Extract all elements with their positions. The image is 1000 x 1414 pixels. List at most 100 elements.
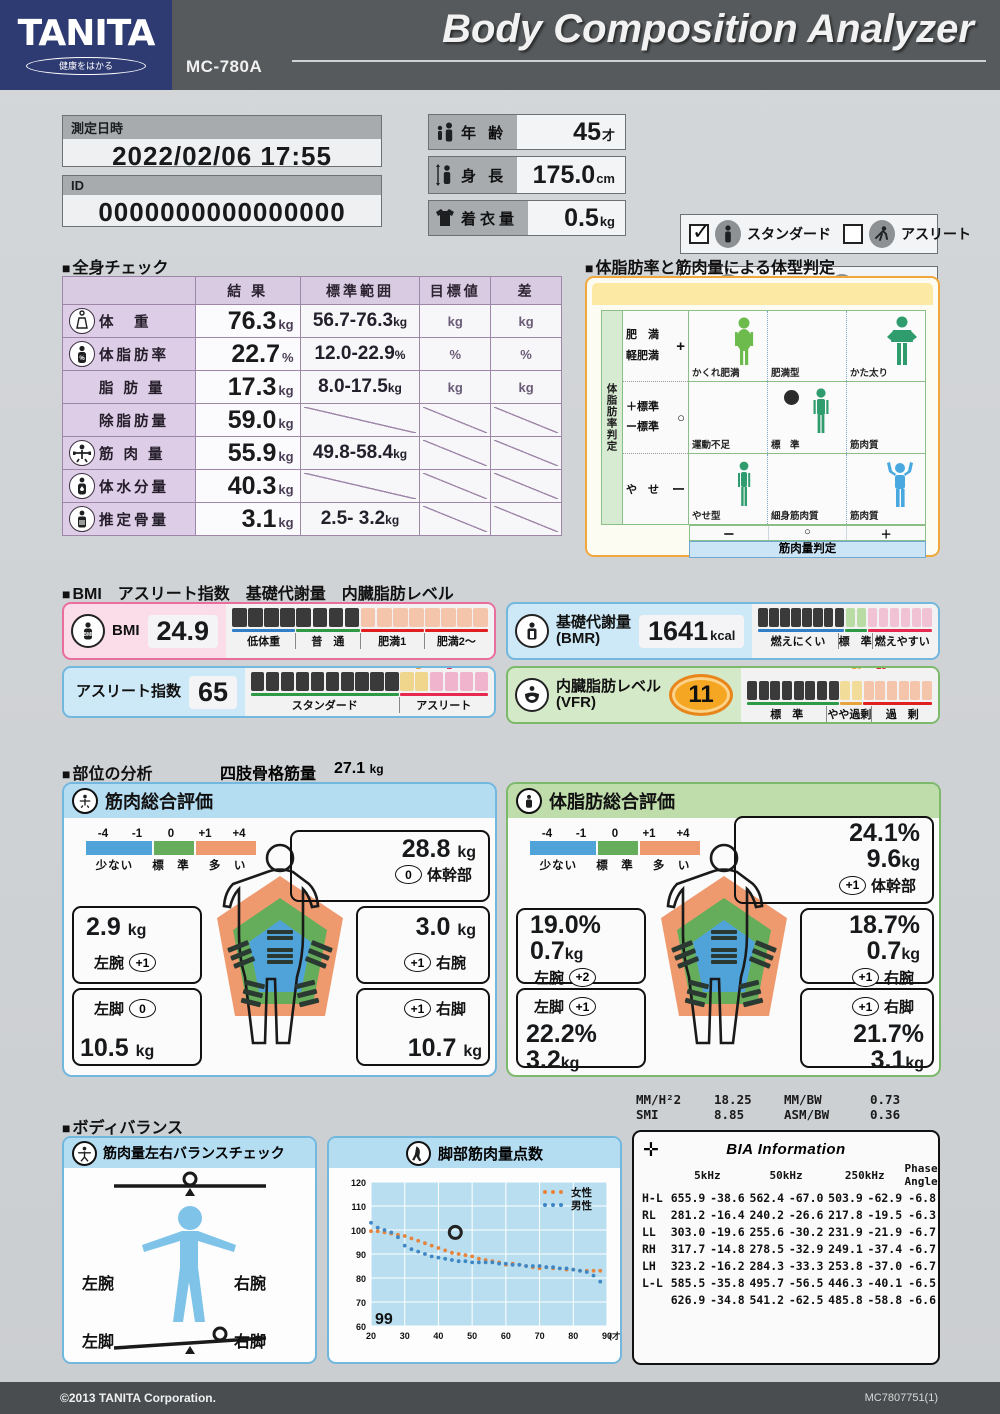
age-field: 年 齢 45才 (428, 114, 626, 150)
zone-label: 過 剰 (885, 709, 919, 721)
measure-datetime-field: 測定日時 2022/02/06 17:55 (62, 115, 382, 171)
bia-row-label: L-L (642, 1275, 663, 1290)
muscle-trunk-value: 28.8 kg (401, 835, 476, 863)
zone-bar (232, 629, 296, 632)
std-bodyfat-pct: 12.0-22.9% (299, 337, 421, 371)
data-point (564, 1266, 569, 1271)
data-point (423, 1241, 427, 1246)
mm-h2-label: MM/H²2 (636, 1092, 682, 1107)
segmental-section-title: 部位の分析 (62, 760, 152, 784)
copyright-text: ©2013 TANITA Corporation. (60, 1391, 216, 1405)
bia-cell: -21.9 (867, 1224, 903, 1239)
body-type-y-axis-label: 体脂肪率判定 (601, 310, 623, 525)
row-label-body-water: 体水分量 (62, 469, 196, 503)
bia-cell: 255.6 (749, 1224, 785, 1239)
svg-text:%: % (79, 356, 85, 362)
bia-cell: -62.5 (788, 1292, 824, 1307)
target-bodyfat-pct: % (419, 337, 492, 371)
row-label-bodyfat-pct: % 体脂肪率 (62, 337, 196, 371)
bia-row: 626.9 -34.8 541.2 -62.5 485.8 -58.8 -6.6 (634, 1291, 938, 1308)
fat-right-arm-footer: +1 右腕 (802, 967, 932, 988)
bia-row: RL 281.2 -16.4 240.2 -26.6 217.8 -19.5 -6.3 (634, 1206, 938, 1223)
smi-value: 8.85 (714, 1107, 745, 1122)
zone-bar (251, 693, 399, 696)
part-number: MC7807751(1) (864, 1392, 938, 1404)
data-point (436, 1255, 441, 1260)
x-tick-label: 30 (400, 1331, 410, 1341)
legend-marker (543, 1203, 547, 1207)
legend-marker (559, 1203, 563, 1207)
mode-standard-label: スタンダード (747, 226, 831, 242)
cell-lack-of-exercise: 運動不足 (689, 382, 768, 453)
fat-panel-title: 体脂肪総合評価 (549, 792, 675, 812)
bia-col-50khz: 50kHz (769, 1168, 803, 1182)
athlete-index-label: アスリート指数 (76, 682, 182, 700)
fat-trunk-value: 9.6kg (866, 845, 920, 874)
data-point (402, 1234, 407, 1238)
bia-cell: -30.2 (788, 1224, 824, 1239)
data-point (369, 1229, 373, 1234)
scale-segment (457, 608, 472, 627)
cell-standard: 標 準 (768, 382, 847, 453)
bmr-zone-labels: 燃えにくい標 準燃えやすい (758, 633, 932, 649)
std-muscle-mass: 49.8-58.4kg (299, 436, 421, 470)
bia-row-label: H-L (642, 1190, 663, 1205)
data-point (476, 1260, 481, 1265)
scale-segment (921, 681, 933, 700)
scale-segment (251, 672, 265, 691)
fat-left-leg-name: 左脚 (534, 999, 565, 1016)
vfr-label: 内臓脂肪レベル (VFR) (556, 677, 662, 711)
vfr-scale: 標 準やや過剰過 剰 10 15 (741, 668, 938, 722)
bia-cell: -6.6 (908, 1292, 936, 1307)
target-bone-mass (419, 502, 492, 536)
data-point (409, 1236, 414, 1241)
target-muscle-mass (419, 436, 492, 470)
table-row: 体水分量 40.3 kg (62, 469, 562, 503)
scale-segment (758, 608, 768, 627)
fat-right-arm-value: 0.7kg (866, 937, 920, 966)
balance-panel: 筋肉量左右バランスチェック 左腕 右腕 左脚 右脚 (62, 1136, 317, 1364)
fat-trunk-callout: 24.1% 9.6kg +1 体幹部 (734, 816, 934, 904)
data-point (557, 1266, 562, 1271)
scale-segment (344, 608, 360, 627)
scale-segment (312, 608, 328, 627)
fat-panel-icon (516, 788, 542, 814)
muscle-evaluation-panel: 筋肉総合評価 -4 -1 0 +1 +4 少ない標 準多 い 28.8 kg 0… (62, 782, 497, 1077)
measure-datetime-label: 測定日時 (63, 116, 381, 139)
height-field: 身 長 175.0cm (428, 156, 626, 194)
diff-fat-free-mass (490, 403, 562, 437)
scale-threshold-label: 10 (851, 666, 862, 672)
muscle-left-leg-footer: 左脚 0 (74, 992, 200, 1019)
checkbox-athlete[interactable] (843, 224, 863, 244)
data-point (463, 1259, 468, 1264)
muscle-right-leg-score: +1 (403, 999, 431, 1018)
scale-segment (900, 608, 911, 627)
x-tick-label: 80 (568, 1331, 578, 1341)
data-point (450, 1250, 454, 1255)
scale-segment (441, 608, 456, 627)
scale-segment (878, 608, 889, 627)
data-point (544, 1265, 549, 1270)
data-point (375, 1225, 380, 1230)
scale-segment (310, 672, 325, 691)
result-fat-free-mass: 59.0 kg (194, 403, 301, 437)
bia-row: LL 303.0 -19.6 255.6 -30.2 231.9 -21.9 -6.7 (634, 1223, 938, 1240)
athlete-zone-bars (251, 693, 489, 696)
bmi-zone-bars (232, 629, 488, 632)
body-type-grid: 体脂肪率判定 肥 満軽肥満 + ＋標準 ー標準 ○ や せ ー かくれ肥満 肥満… (601, 310, 926, 525)
bia-cell: 281.2 (670, 1207, 706, 1222)
bmi-scale: 低体重普 通肥満1 肥満2〜 (226, 604, 494, 658)
data-point (416, 1238, 421, 1243)
mm-bw-value: 0.73 (870, 1092, 901, 1107)
zone-bar (758, 629, 845, 632)
muscle-trunk-score: 0 (394, 865, 422, 885)
scale-segment (863, 681, 874, 700)
y-tick-label: 120 (351, 1178, 366, 1188)
balance-left-arm-label: 左腕 (82, 1276, 115, 1293)
legend-label: 男性 (571, 1199, 592, 1212)
muscle-icon (69, 440, 95, 466)
data-point (503, 1261, 508, 1266)
checkbox-standard[interactable] (689, 219, 710, 245)
balance-left-leg-label: 左脚 (82, 1334, 115, 1351)
data-point (598, 1279, 603, 1284)
